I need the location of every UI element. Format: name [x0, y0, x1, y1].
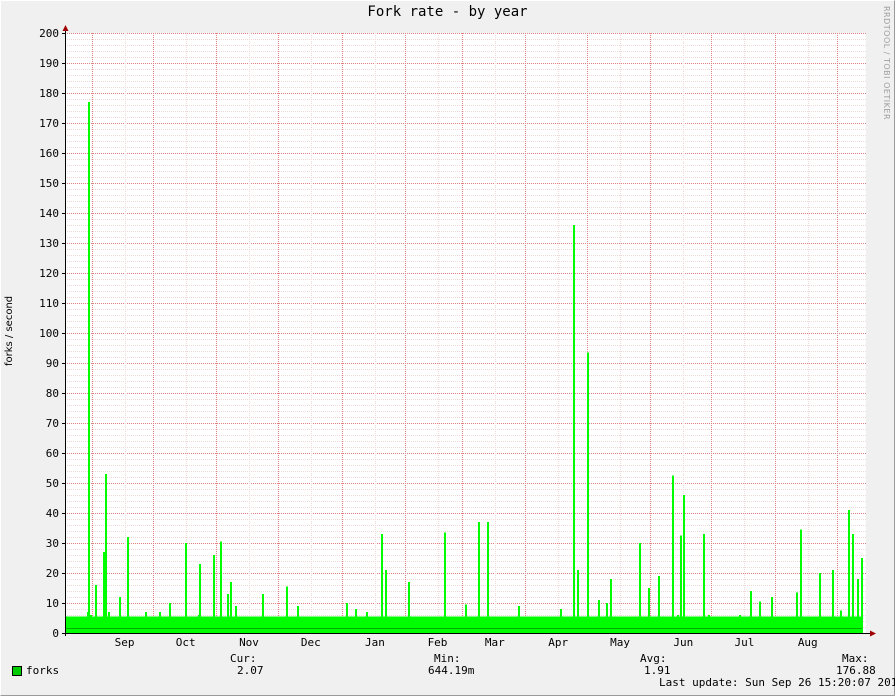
- y-tick-label: 60: [46, 447, 59, 460]
- legend-series-name: forks: [26, 664, 60, 677]
- area-spike: [861, 558, 863, 633]
- area-spike: [840, 610, 842, 633]
- x-tick-label: Jun: [673, 636, 693, 649]
- area-spike: [408, 582, 410, 633]
- area-spike: [577, 570, 579, 633]
- y-tick-label: 180: [39, 87, 59, 100]
- area-spike: [648, 588, 650, 633]
- area-spike: [683, 495, 685, 633]
- area-spike: [708, 615, 710, 633]
- x-tick-label: Mar: [485, 636, 505, 649]
- area-spike: [355, 609, 357, 633]
- area-spike: [680, 535, 682, 633]
- area-spike: [227, 594, 229, 633]
- area-spike: [159, 612, 161, 633]
- chart-canvas: 0 10 20 30 40 50 60 70 80 90 100 110 120 130 140 150 160…: [39, 25, 876, 649]
- y-tick-label: 30: [46, 537, 59, 550]
- area-spike: [213, 555, 215, 633]
- area-spike: [90, 615, 92, 633]
- x-axis-arrow: [870, 630, 876, 637]
- area-spike: [852, 534, 854, 633]
- y-tick-label: 50: [46, 477, 59, 490]
- y-tick-label: 200: [39, 27, 59, 40]
- area-spike: [230, 582, 232, 633]
- area-spike: [262, 594, 264, 633]
- y-tick-label: 70: [46, 417, 59, 430]
- x-tick-label: Apr: [548, 636, 568, 649]
- area-spike: [366, 612, 368, 633]
- area-spike: [444, 532, 446, 633]
- area-spike: [796, 592, 798, 633]
- area-spike: [105, 474, 107, 633]
- area-baseline-band: [65, 616, 862, 633]
- area-spike: [95, 585, 97, 633]
- x-tick-label: May: [610, 636, 630, 649]
- y-axis-arrow: [62, 25, 69, 31]
- area-spike: [703, 534, 705, 633]
- area-spike: [750, 591, 752, 633]
- y-tick-label: 110: [39, 297, 59, 310]
- area-spike: [286, 586, 288, 633]
- area-spike: [88, 102, 90, 633]
- area-spike: [560, 609, 562, 633]
- area-spike: [127, 537, 129, 633]
- y-tick-label: 90: [46, 357, 59, 370]
- area-spike: [487, 522, 489, 633]
- legend-min-value: 644.19m: [428, 664, 475, 677]
- legend-cur-value: 2.07: [237, 664, 264, 677]
- legend-swatch-forks: [12, 666, 22, 676]
- area-spike: [739, 615, 741, 633]
- area-spike: [639, 543, 641, 633]
- area-spike: [103, 552, 105, 633]
- y-tick-label: 160: [39, 147, 59, 160]
- area-spike: [587, 352, 589, 633]
- y-tick-label: 0: [52, 627, 59, 640]
- x-tick-label: Feb: [428, 636, 448, 649]
- x-tick-label: Jul: [735, 636, 755, 649]
- y-tick-label: 140: [39, 207, 59, 220]
- y-tick-label: 10: [46, 597, 59, 610]
- area-spike: [119, 597, 121, 633]
- y-tick-label: 150: [39, 177, 59, 190]
- x-tick-label: Dec: [301, 636, 321, 649]
- area-spike: [610, 579, 612, 633]
- area-spike: [848, 510, 850, 633]
- y-tick-label: 170: [39, 117, 59, 130]
- area-spike: [108, 612, 110, 633]
- area-spike: [800, 529, 802, 633]
- x-tick-label: Jan: [365, 636, 385, 649]
- area-spike: [145, 612, 147, 633]
- area-spike: [385, 570, 387, 633]
- area-spike: [832, 570, 834, 633]
- y-tick-label: 100: [39, 327, 59, 340]
- y-tick-label: 80: [46, 387, 59, 400]
- area-spike: [677, 615, 679, 633]
- area-spike: [220, 541, 222, 633]
- area-spike: [857, 579, 859, 633]
- area-spike: [819, 573, 821, 633]
- x-tick-label: Sep: [115, 636, 135, 649]
- y-tick-label: 40: [46, 507, 59, 520]
- area-spike: [185, 543, 187, 633]
- area-spike: [771, 597, 773, 633]
- last-update-text: Last update: Sun Sep 26 15:20:07 2010: [659, 676, 895, 689]
- area-spike: [381, 534, 383, 633]
- area-spike: [478, 522, 480, 633]
- area-spike: [658, 576, 660, 633]
- y-tick-label: 130: [39, 237, 59, 250]
- x-tick-label: Nov: [239, 636, 259, 649]
- area-spike: [573, 225, 575, 633]
- x-tick-label: Oct: [176, 636, 196, 649]
- area-spike: [199, 564, 201, 633]
- y-tick-label: 190: [39, 57, 59, 70]
- y-tick-label: 20: [46, 567, 59, 580]
- x-tick-label: Aug: [798, 636, 818, 649]
- area-spike: [672, 475, 674, 633]
- y-tick-label: 120: [39, 267, 59, 280]
